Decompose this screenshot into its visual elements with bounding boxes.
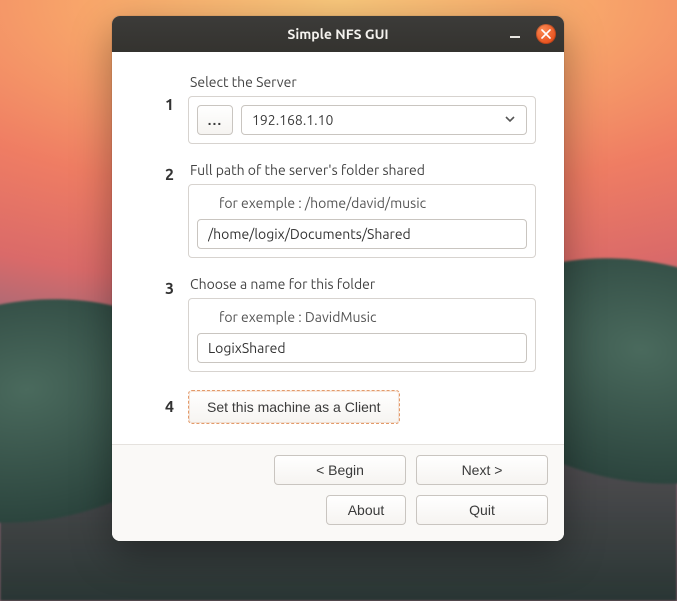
- path-hint: for exemple : /home/david/music: [219, 195, 527, 211]
- next-button[interactable]: Next >: [416, 455, 548, 485]
- step-2: 2 Full path of the server's folder share…: [140, 162, 536, 258]
- close-button[interactable]: [536, 24, 556, 44]
- quit-button[interactable]: Quit: [416, 495, 548, 525]
- name-panel: for exemple : DavidMusic: [188, 298, 536, 372]
- step-3-number: 3: [140, 276, 174, 372]
- begin-button[interactable]: < Begin: [274, 455, 406, 485]
- step-4: 4 Set this machine as a Client: [140, 390, 536, 424]
- about-button[interactable]: About: [326, 495, 406, 525]
- minimize-icon: [509, 28, 521, 40]
- content-area: 1 Select the Server ... 192.168.1.10: [112, 52, 564, 444]
- step-2-number: 2: [140, 162, 174, 258]
- window-title: Simple NFS GUI: [287, 26, 388, 42]
- name-hint: for exemple : DavidMusic: [219, 309, 527, 325]
- step-2-label: Full path of the server's folder shared: [190, 162, 536, 178]
- step-4-number: 4: [140, 390, 174, 424]
- titlebar-controls: [506, 16, 556, 52]
- footer-action-row: About Quit: [326, 495, 548, 525]
- browse-server-button[interactable]: ...: [197, 105, 233, 135]
- server-combobox[interactable]: 192.168.1.10: [241, 105, 527, 135]
- step-1: 1 Select the Server ... 192.168.1.10: [140, 74, 536, 144]
- footer-nav-row: < Begin Next >: [274, 455, 548, 485]
- path-panel: for exemple : /home/david/music: [188, 184, 536, 258]
- step-1-label: Select the Server: [190, 74, 536, 90]
- server-panel: ... 192.168.1.10: [188, 96, 536, 144]
- close-icon: [541, 29, 551, 39]
- folder-name-input[interactable]: [197, 333, 527, 363]
- footer: < Begin Next > About Quit: [112, 444, 564, 541]
- set-client-button[interactable]: Set this machine as a Client: [188, 390, 400, 424]
- minimize-button[interactable]: [506, 25, 524, 43]
- app-window: Simple NFS GUI 1 Select the Server: [112, 16, 564, 541]
- server-path-input[interactable]: [197, 219, 527, 249]
- step-3: 3 Choose a name for this folder for exem…: [140, 276, 536, 372]
- server-selected-value: 192.168.1.10: [252, 112, 333, 128]
- step-1-number: 1: [140, 74, 174, 144]
- chevron-down-icon: [504, 112, 516, 128]
- step-3-label: Choose a name for this folder: [190, 276, 536, 292]
- titlebar: Simple NFS GUI: [112, 16, 564, 52]
